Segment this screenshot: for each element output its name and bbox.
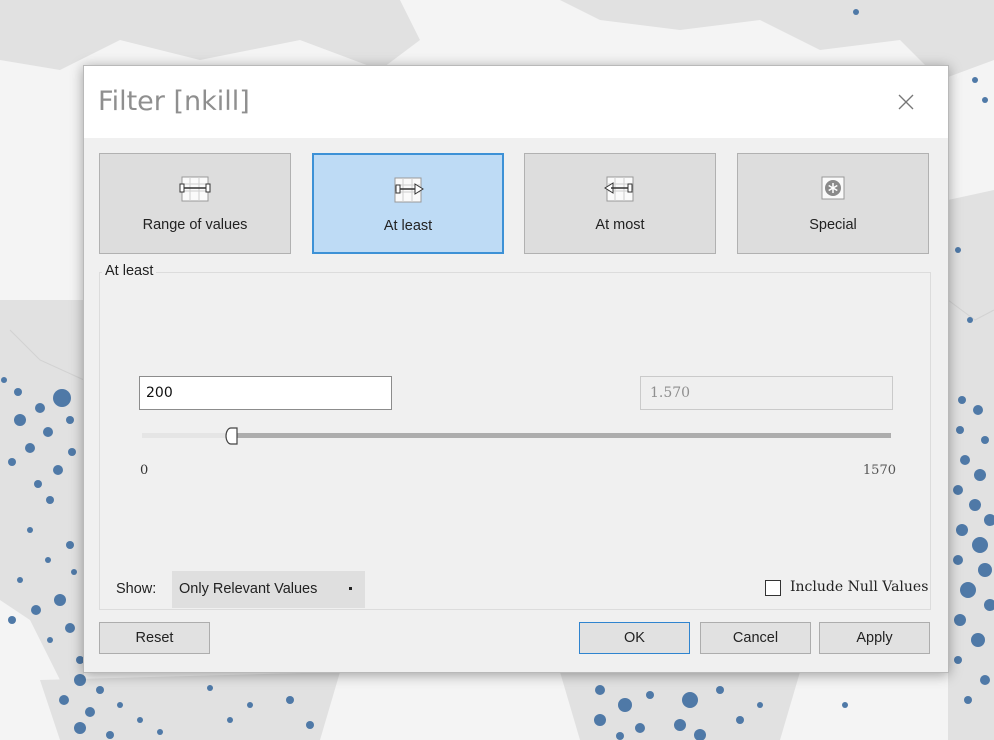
dropdown-caret-icon bbox=[349, 587, 352, 590]
include-null-checkbox[interactable] bbox=[765, 580, 781, 596]
cancel-button[interactable]: Cancel bbox=[700, 622, 811, 654]
at-least-group: At least bbox=[99, 263, 931, 610]
at-most-icon bbox=[604, 176, 634, 202]
at-least-value-input[interactable]: 200 bbox=[139, 376, 392, 410]
range-of-values-icon bbox=[179, 176, 211, 202]
at-most-label: At most bbox=[595, 217, 645, 233]
slider-thumb[interactable] bbox=[225, 426, 239, 446]
special-label: Special bbox=[809, 217, 857, 233]
show-label: Show: bbox=[116, 581, 157, 597]
apply-button[interactable]: Apply bbox=[819, 622, 930, 654]
close-icon[interactable] bbox=[892, 88, 920, 116]
group-legend: At least bbox=[102, 263, 157, 279]
reset-button[interactable]: Reset bbox=[99, 622, 210, 654]
dialog-title: Filter [nkill] bbox=[98, 86, 250, 117]
dialog-header: Filter [nkill] bbox=[84, 66, 948, 138]
special-button[interactable]: Special bbox=[737, 153, 929, 254]
filter-dialog: Filter [nkill] Range of values At least bbox=[83, 65, 949, 673]
range-of-values-label: Range of values bbox=[142, 217, 248, 233]
slider-track-active[interactable] bbox=[234, 433, 891, 438]
max-value-field: 1.570 bbox=[640, 376, 893, 410]
range-of-values-button[interactable]: Range of values bbox=[99, 153, 291, 254]
show-values-selected: Only Relevant Values bbox=[179, 581, 318, 597]
slider-max-label: 1570 bbox=[862, 463, 896, 478]
special-icon bbox=[821, 176, 845, 200]
slider-track-inactive bbox=[142, 433, 234, 438]
at-least-label: At least bbox=[383, 218, 433, 234]
ok-button[interactable]: OK bbox=[579, 622, 690, 654]
at-least-button[interactable]: At least bbox=[312, 153, 504, 254]
include-null-label[interactable]: Include Null Values bbox=[790, 579, 928, 595]
slider-min-label: 0 bbox=[140, 463, 149, 478]
show-values-dropdown[interactable]: Only Relevant Values bbox=[172, 571, 365, 608]
at-most-button[interactable]: At most bbox=[524, 153, 716, 254]
at-least-icon bbox=[394, 177, 424, 203]
